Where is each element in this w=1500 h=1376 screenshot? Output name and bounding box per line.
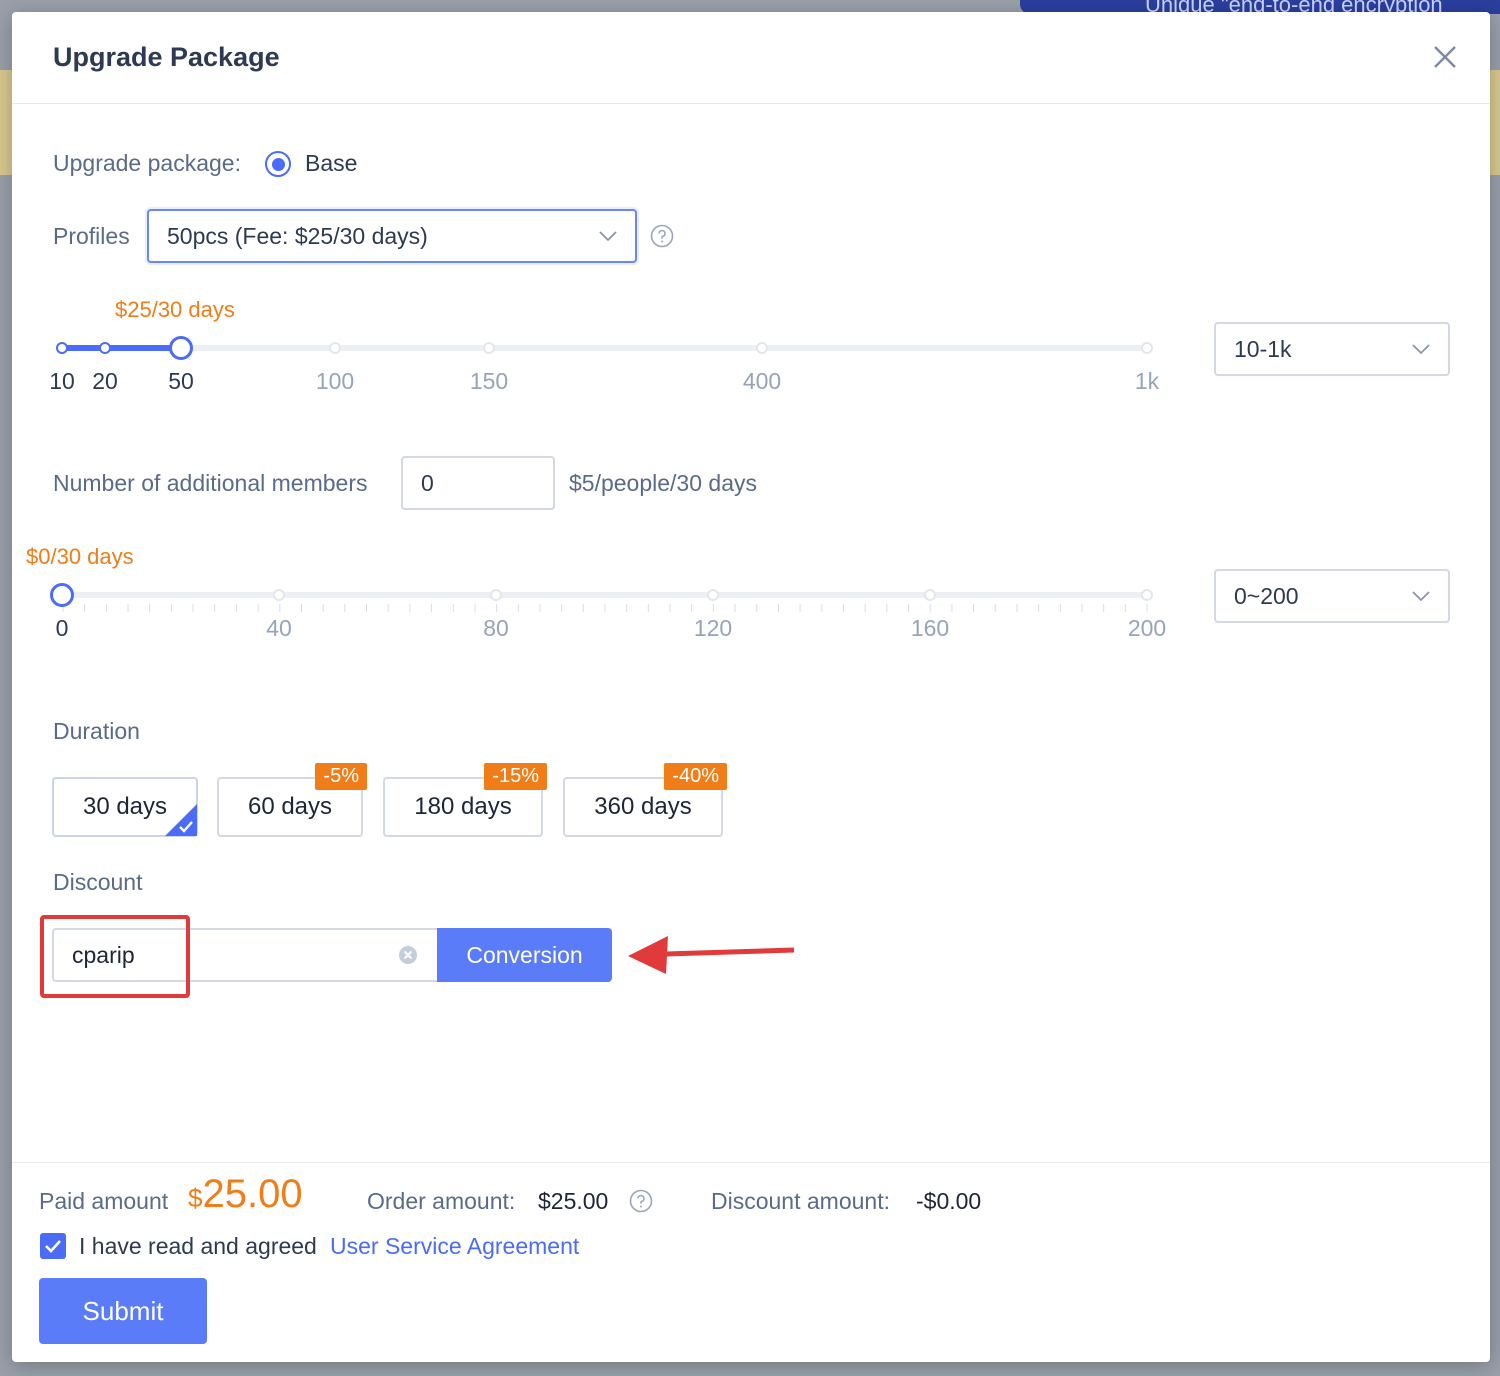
discount-label: Discount: [53, 869, 143, 895]
duration-option-label: 180 days: [414, 793, 512, 820]
profiles-range-select[interactable]: 10-1k: [1214, 322, 1450, 376]
submit-button[interactable]: Submit: [39, 1278, 207, 1344]
members-price-tooltip: $0/30 days: [26, 544, 134, 569]
members-tick: 120: [693, 615, 733, 641]
upgrade-package-modal: Upgrade Package Upgrade package: Base Pr…: [12, 12, 1490, 1362]
discount-badge: -15%: [484, 763, 547, 790]
duration-option-label: 60 days: [247, 793, 333, 820]
members-slider-ticks: [62, 604, 1148, 612]
members-tick: 160: [910, 615, 950, 641]
help-icon[interactable]: [629, 1189, 653, 1213]
profiles-tick: 100: [315, 368, 355, 394]
paid-currency: $: [188, 1183, 203, 1213]
background-strip-left: [0, 70, 12, 175]
profiles-slider-stop[interactable]: [1141, 342, 1153, 354]
duration-option-label: 360 days: [594, 793, 692, 820]
discount-badge: -5%: [315, 763, 367, 790]
members-slider-stop[interactable]: [490, 589, 502, 601]
discount-amount-value: -$0.00: [916, 1188, 982, 1214]
members-tick: 0: [55, 615, 69, 641]
profiles-select[interactable]: 50pcs (Fee: $25/30 days): [147, 209, 637, 263]
profiles-price-tooltip: $25/30 days: [115, 297, 235, 322]
close-icon[interactable]: [1430, 42, 1460, 72]
modal-title: Upgrade Package: [53, 42, 280, 72]
selected-check-icon: [165, 804, 197, 836]
agreement-text: I have read and agreed: [79, 1233, 317, 1259]
modal-header: Upgrade Package: [12, 12, 1490, 104]
arrow-annotation-icon: [628, 936, 795, 974]
profiles-label: Profiles: [53, 223, 130, 249]
profiles-range-value: 10-1k: [1234, 335, 1292, 362]
paid-amount: $25.00: [188, 1172, 303, 1217]
members-range-value: 0~200: [1234, 582, 1299, 609]
members-slider-handle[interactable]: [50, 583, 74, 607]
chevron-down-icon: [1412, 591, 1430, 602]
members-slider-stop[interactable]: [1141, 589, 1153, 601]
members-slider-stop[interactable]: [707, 589, 719, 601]
order-amount-label: Order amount:: [367, 1188, 516, 1214]
members-label: Number of additional members: [53, 470, 368, 496]
profiles-tick: 50: [168, 368, 194, 394]
duration-option-30[interactable]: 30 days: [52, 777, 198, 837]
profiles-slider-stop[interactable]: [756, 342, 768, 354]
profiles-slider-fill: [62, 345, 181, 351]
check-icon: [45, 1240, 61, 1253]
order-amount-value: $25.00: [538, 1188, 609, 1214]
profiles-slider-handle[interactable]: [169, 336, 193, 360]
base-radio[interactable]: [265, 151, 291, 177]
members-slider-stop[interactable]: [273, 589, 285, 601]
paid-amount-value: 25.00: [202, 1172, 303, 1216]
footer-divider: [12, 1162, 1490, 1163]
conversion-button[interactable]: Conversion: [437, 928, 612, 982]
members-range-select[interactable]: 0~200: [1214, 569, 1450, 623]
profiles-tick: 20: [92, 368, 118, 394]
profiles-slider-rail[interactable]: [62, 345, 1148, 351]
radio-dot: [271, 157, 285, 171]
duration-option-180[interactable]: 180 days -15%: [383, 763, 547, 837]
help-icon[interactable]: [650, 224, 674, 248]
clear-icon[interactable]: [398, 945, 418, 965]
members-slider-rail[interactable]: [62, 592, 1148, 598]
duration-option-360[interactable]: 360 days -40%: [563, 763, 727, 837]
duration-label: Duration: [53, 718, 140, 744]
profiles-tick: 1k: [1134, 368, 1160, 394]
profiles-tick: 10: [49, 368, 75, 394]
profiles-slider-stop[interactable]: [99, 342, 111, 354]
profiles-slider-stop[interactable]: [483, 342, 495, 354]
duration-option-label: 30 days: [82, 793, 168, 820]
members-tick: 40: [266, 615, 292, 641]
duration-option-60[interactable]: 60 days -5%: [217, 763, 367, 837]
discount-badge: -40%: [664, 763, 727, 790]
profiles-tick: 400: [742, 368, 782, 394]
members-input[interactable]: 0: [401, 456, 555, 510]
user-service-agreement-link[interactable]: User Service Agreement: [330, 1233, 579, 1260]
paid-amount-label: Paid amount: [39, 1188, 169, 1214]
members-rate: $5/people/30 days: [569, 470, 757, 496]
members-tick: 200: [1127, 615, 1167, 641]
agreement-checkbox[interactable]: [40, 1233, 66, 1259]
members-slider-stop[interactable]: [924, 589, 936, 601]
highlight-annotation-box: [40, 915, 190, 998]
discount-amount-label: Discount amount:: [711, 1188, 890, 1214]
profiles-tick: 150: [469, 368, 509, 394]
base-option-label: Base: [305, 150, 358, 176]
members-tick: 80: [483, 615, 509, 641]
profiles-slider-stop[interactable]: [56, 342, 68, 354]
profiles-select-value: 50pcs (Fee: $25/30 days): [167, 222, 428, 249]
chevron-down-icon: [599, 231, 617, 242]
profiles-slider-stop[interactable]: [329, 342, 341, 354]
upgrade-package-label: Upgrade package:: [53, 150, 241, 176]
chevron-down-icon: [1412, 344, 1430, 355]
